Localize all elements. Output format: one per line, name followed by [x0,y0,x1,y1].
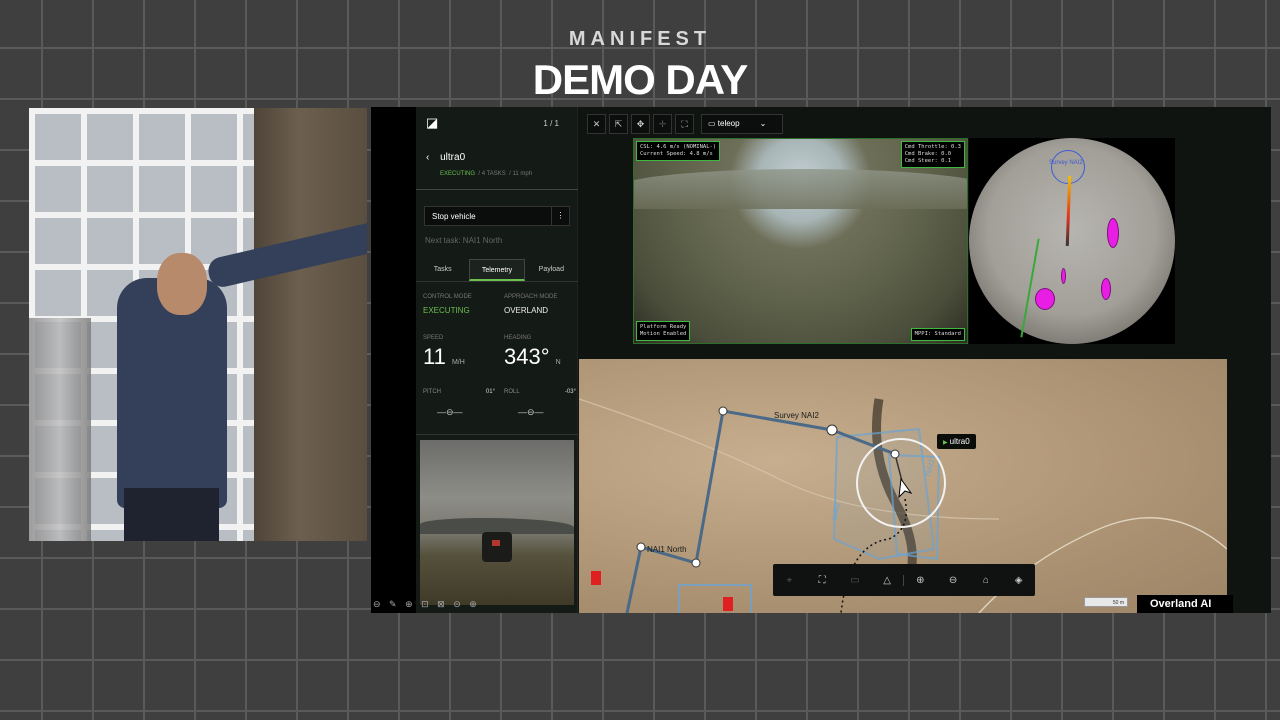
more-menu-icon[interactable]: ⋮ [551,207,569,225]
crosshair-icon[interactable]: ✛ [653,114,672,134]
obstacle-blob [1107,218,1119,248]
speed-readout: SPEED 11 M/H [423,335,503,370]
tab-tasks[interactable]: Tasks [416,259,469,281]
vehicle-name: ultra0 [440,152,466,163]
vehicle-chip[interactable]: ▶ ultra0 [937,434,976,449]
drawing-tools[interactable]: ⊖ ✎ ⊕ ⊡ ⊠ ⊝ ⊕ [373,599,480,610]
vehicle-status-row: EXECUTING / 4 TASKS / 11 mph [440,171,533,177]
pitch-indicator-icon: —⊖— [437,407,463,417]
close-icon[interactable]: ✕ [587,114,606,134]
backdrop-wall [254,108,367,541]
popout-icon[interactable]: ⇱ [609,114,628,134]
map-scale: 50 m [1084,597,1128,607]
move-icon[interactable]: ✥ [631,114,650,134]
roll-readout: ROLL -03° —⊖— [504,389,584,417]
control-mode-label: CONTROL MODE [423,294,472,300]
panel-tabs: Tasks Telemetry Payload [416,259,578,281]
pitch-readout: PITCH 01° —⊖— [423,389,503,417]
locate-icon[interactable]: ⌖ [773,575,806,586]
obstacle-blob [1101,278,1111,300]
camera-select-label: ▭ teleop [708,119,740,128]
overland-watermark: Overland AI [1137,595,1233,613]
heading-value: 343° [504,344,550,369]
camera-select[interactable]: ▭ teleop ⌄ [701,114,783,134]
stop-vehicle-label: Stop vehicle [432,212,476,221]
presenter-photo [29,108,367,541]
back-chevron-icon[interactable]: ‹ [426,152,429,163]
layers-icon[interactable]: ◈ [1002,575,1035,586]
approach-mode-value: OVERLAND [504,306,549,315]
roll-value: -03° [564,389,576,395]
roll-label: ROLL [504,389,520,395]
presenter-legs [124,488,219,541]
waypoint-label-survey: Survey NAI2 [774,411,819,420]
event-title: DEMO DAY [532,56,749,103]
vehicle-pager[interactable]: 1 / 1 [543,119,559,128]
control-mode-value: EXECUTING [423,306,470,315]
next-task: Next task: NAI1 North [425,236,503,245]
play-icon: ▶ [943,440,948,446]
obstacle-blob [1061,268,1066,284]
speed-small: 11 mph [512,171,533,177]
control-mode: CONTROL MODE EXECUTING [423,294,503,315]
waypoint-label-north: NAI1 North [647,545,687,554]
ops-screen: ◪ 1 / 1 ‹ ultra0 EXECUTING / 4 TASKS / 1… [371,107,1271,613]
divider [416,434,578,435]
stop-vehicle-button[interactable]: Stop vehicle ⋮ [424,206,570,226]
heading-unit: N [555,359,561,366]
thumb-vehicle-light [492,540,500,546]
speed-label: SPEED [423,335,444,341]
presenter-head [157,253,207,315]
vehicle-header: ‹ ultra0 [426,152,465,163]
tab-divider [416,281,578,282]
zoom-in-icon[interactable]: ⊕ [904,575,937,586]
camera-overlay-mppi: MPPI: Standard [910,328,965,341]
teleop-camera-feed[interactable]: CSL: 4.6 m/s (NOMINAL-) Current Speed: 4… [633,138,968,344]
camera-overlay-speed: CSL: 4.6 m/s (NOMINAL-) Current Speed: 4… [636,141,721,161]
map-controls: ⌖ ⛶ ▭ △ ⊕ ⊖ ⌂ ◈ [773,564,1035,596]
fullscreen-icon[interactable]: ⛶ [675,114,694,134]
tab-payload[interactable]: Payload [525,259,578,281]
fisheye-target-label: Survey NAI2 [1049,160,1083,166]
satellite-map[interactable]: Survey NAI2 NAI1 North NAI2 NAI2 ▶ ultra0… [579,359,1227,613]
approach-mode: APPROACH MODE OVERLAND [504,294,584,315]
status-executing: EXECUTING [440,171,476,177]
chevron-down-icon: ⌄ [759,119,767,128]
roll-indicator-icon: —⊖— [518,407,544,417]
heading-label: HEADING [504,335,532,341]
payload-camera-thumbnail[interactable] [420,440,574,605]
approach-mode-label: APPROACH MODE [504,294,558,300]
podium [29,318,91,541]
obstacle-blob [1035,288,1055,310]
camera-overlay-platform: Platform Ready Motion Enabled [636,321,691,341]
vehicle-chip-label: ultra0 [949,437,970,446]
zoom-out-icon[interactable]: ⊖ [937,575,970,586]
video-icon[interactable]: ▭ [839,575,872,586]
video-toolbar: ✕ ⇱ ✥ ✛ ⛶ ▭ teleop ⌄ [587,114,783,134]
tab-telemetry[interactable]: Telemetry [469,259,525,281]
thumb-vehicle [482,532,512,562]
pitch-label: PITCH [423,389,441,395]
heading-readout: HEADING 343° N [504,335,584,370]
fisheye-costmap[interactable]: Survey NAI2 [969,138,1175,344]
event-brand: MANIFEST [568,28,712,50]
draw-area-icon[interactable]: △ [871,574,904,586]
vehicle-panel: ◪ 1 / 1 ‹ ultra0 EXECUTING / 4 TASKS / 1… [416,107,578,613]
camera-horizon [634,169,967,209]
left-gutter [371,107,416,613]
app-logo-icon: ◪ [426,115,439,130]
speed-unit: M/H [451,359,465,366]
speed-value: 11 [423,344,446,369]
home-icon[interactable]: ⌂ [970,575,1003,586]
divider [416,189,578,190]
camera-overlay-commands: Cmd Throttle: 0.3 Cmd Brake: 0.0 Cmd Ste… [900,141,965,168]
pitch-value: 01° [485,389,495,395]
task-count: 4 TASKS [481,171,506,177]
fit-bounds-icon[interactable]: ⛶ [806,575,839,586]
